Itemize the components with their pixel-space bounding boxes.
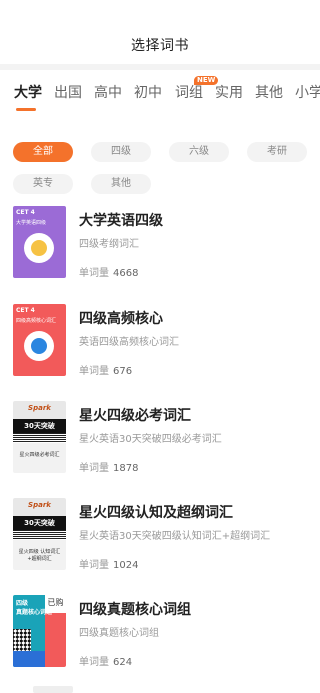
book-cover: 四级真题核心词组 已购	[13, 595, 66, 667]
word-count-value: 4668	[113, 268, 139, 279]
cover-checker	[13, 629, 31, 651]
word-count: 单词量 1024	[79, 556, 138, 571]
filter-all[interactable]: 全部	[13, 142, 73, 162]
word-count: 单词量 624	[79, 653, 132, 668]
word-count-value: 624	[113, 657, 133, 668]
filter-chips: 全部 四级 六级 考研 英专 其他	[0, 128, 320, 200]
cover-dot	[31, 240, 47, 256]
word-count-value: 676	[113, 366, 133, 377]
book-title: 星火四级认知及超纲词汇	[79, 505, 233, 521]
cover-line1: 四级	[16, 600, 29, 607]
book-description: 星火英语30天突破四级必考词汇	[79, 434, 222, 445]
book-item[interactable]: CET 4 四级高频核心词汇 四级高频核心 英语四级高频核心词汇 单词量 676	[0, 304, 320, 390]
app-header: 选择词书	[0, 0, 320, 64]
book-item[interactable]: Spark 30天突破 星火四级必考词汇 星火四级必考词汇 星火英语30天突破四…	[0, 401, 320, 487]
tab-high-school[interactable]: 高中	[94, 82, 122, 102]
cover-red-panel	[45, 613, 66, 667]
filter-postgrad[interactable]: 考研	[247, 142, 307, 162]
book-description: 英语四级高频核心词汇	[79, 337, 179, 348]
word-count-label: 单词量	[79, 463, 109, 474]
cover-subtitle: 大学英语四级	[16, 220, 47, 226]
word-count: 单词量 4668	[79, 264, 138, 279]
cover-band-text: 30天突破	[24, 519, 55, 527]
word-count-label: 单词量	[79, 560, 109, 571]
book-title: 星火四级必考词汇	[79, 408, 191, 424]
book-cover: CET 4 四级高频核心词汇	[13, 304, 66, 376]
word-count-value: 1878	[113, 463, 139, 474]
tab-abroad[interactable]: 出国	[54, 82, 82, 102]
word-count: 单词量 1878	[79, 459, 138, 474]
word-count-label: 单词量	[79, 366, 109, 377]
book-title: 四级高频核心	[79, 311, 163, 327]
word-count-label: 单词量	[79, 657, 109, 668]
filter-other[interactable]: 其他	[91, 174, 151, 194]
cover-title: CET 4	[16, 307, 35, 314]
book-description: 四级真题核心词组	[79, 628, 159, 639]
book-title: 四级真题核心词组	[79, 602, 191, 618]
tab-phrases[interactable]: 词组	[175, 82, 203, 102]
book-item[interactable]: 四级 真题核心词组 已购 四级真题核心词组 四级真题核心词组 单词量 624	[0, 595, 320, 681]
word-count-label: 单词量	[79, 268, 109, 279]
cover-line2: 真题核心词组	[16, 609, 53, 616]
active-tab-indicator	[16, 108, 36, 111]
book-title: 大学英语四级	[79, 213, 163, 229]
category-tabs: 大学 出国 高中 初中 词组 NEW 实用 其他 小学	[0, 70, 320, 114]
tab-primary-school[interactable]: 小学	[295, 82, 320, 102]
cover-stripes	[13, 530, 66, 540]
book-item[interactable]: CET 4 大学英语四级 大学英语四级 四级考纲词汇 单词量 4668	[0, 206, 320, 292]
cover-bottom-text: 星火四级 认知词汇+超纲词汇	[18, 549, 61, 562]
word-count-value: 1024	[113, 560, 139, 571]
tab-middle-school[interactable]: 初中	[134, 82, 162, 102]
owned-badge: 已购	[47, 598, 64, 607]
book-cover: Spark 30天突破 星火四级必考词汇	[13, 401, 66, 473]
spark-logo: Spark	[28, 501, 51, 509]
cover-title: CET 4	[16, 209, 35, 216]
tab-practical[interactable]: 实用	[215, 82, 243, 102]
spark-logo: Spark	[28, 404, 51, 412]
cover-bottom-text: 星火四级必考词汇	[19, 452, 60, 458]
cover-band-text: 30天突破	[24, 422, 55, 430]
filter-cet4[interactable]: 四级	[91, 142, 151, 162]
book-cover: Spark 30天突破 星火四级 认知词汇+超纲词汇	[13, 498, 66, 570]
book-cover: CET 4 大学英语四级	[13, 206, 66, 278]
word-count: 单词量 676	[79, 362, 132, 377]
cover-dot	[31, 338, 47, 354]
tab-university[interactable]: 大学	[14, 82, 42, 102]
book-item[interactable]: Spark 30天突破 星火四级 认知词汇+超纲词汇 星火四级认知及超纲词汇 星…	[0, 498, 320, 584]
book-description: 四级考纲词汇	[79, 239, 139, 250]
cover-stripes	[13, 433, 66, 443]
next-book-cover-partial	[33, 686, 73, 693]
cover-blue-panel	[13, 651, 45, 667]
tab-other[interactable]: 其他	[255, 82, 283, 102]
filter-cet6[interactable]: 六级	[169, 142, 229, 162]
book-description: 星火英语30天突破四级认知词汇+超纲词汇	[79, 531, 271, 542]
page-title: 选择词书	[131, 38, 189, 54]
cover-subtitle: 四级高频核心词汇	[16, 318, 57, 324]
filter-english-major[interactable]: 英专	[13, 174, 73, 194]
